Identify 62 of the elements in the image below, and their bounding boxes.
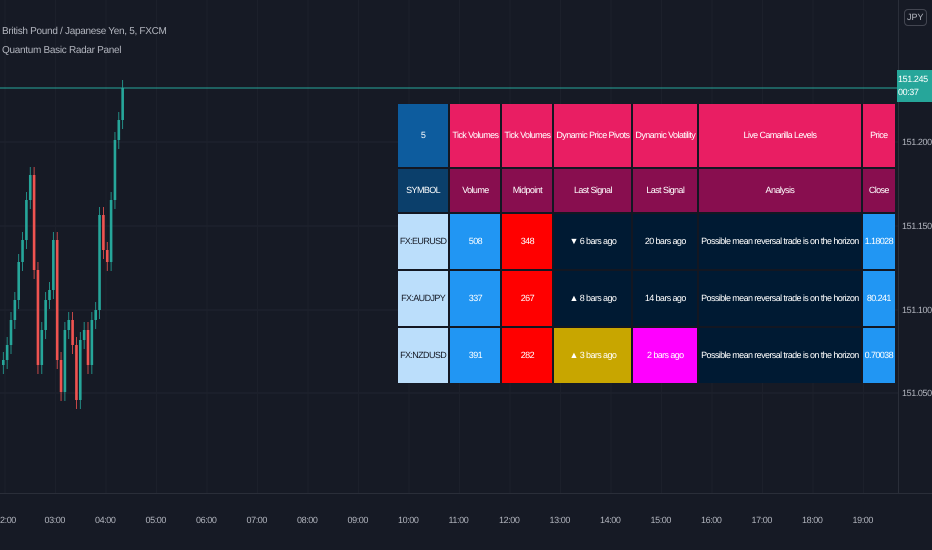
time-label: 06:00 bbox=[196, 514, 217, 527]
price-label: 151.200 bbox=[902, 136, 932, 149]
header-cell: Dynamic Price Pivots bbox=[554, 104, 632, 167]
table-cell: 282 bbox=[502, 328, 552, 383]
table-cell: 391 bbox=[450, 328, 500, 383]
header-cell: 5 bbox=[398, 104, 448, 167]
time-label: 03:00 bbox=[44, 514, 66, 527]
time-label: 18:00 bbox=[802, 514, 823, 527]
table-cell: 2 bars ago bbox=[633, 328, 698, 383]
indicator-name: Quantum Basic Radar Panel bbox=[2, 44, 122, 58]
table-cell: 1.18028 bbox=[862, 214, 895, 269]
time-label: 12:00 bbox=[499, 514, 520, 527]
header-cell: Last Signal bbox=[633, 169, 698, 212]
price-value: 151.245 bbox=[898, 73, 929, 86]
currency-button[interactable]: JPY bbox=[904, 9, 927, 26]
price-label: 151.100 bbox=[902, 304, 932, 317]
symbol-title: British Pound / Japanese Yen, 5, FXCM bbox=[2, 25, 167, 39]
header-cell: Analysis bbox=[699, 169, 861, 212]
time-label: 13:00 bbox=[550, 514, 570, 527]
time-label: 17:00 bbox=[752, 514, 772, 527]
table-cell: 14 bars ago bbox=[633, 271, 698, 326]
time-label: 15:00 bbox=[650, 514, 672, 527]
table-cell: Possible mean reversal trade is on the horizon bbox=[699, 214, 861, 269]
header-cell: Dynamic Volatility bbox=[633, 104, 698, 167]
table-cell: FX:AUDJPY bbox=[398, 271, 448, 326]
table-cell: FX:NZDUSD bbox=[398, 328, 448, 383]
table-cell: 20 bars ago bbox=[633, 214, 698, 269]
time-label: 04:00 bbox=[95, 514, 116, 527]
table-cell: Possible mean reversal trade is on the horizon bbox=[699, 328, 861, 383]
table-cell: 337 bbox=[450, 271, 500, 326]
countdown-timer: 00:37 bbox=[898, 86, 920, 99]
time-label: 16:00 bbox=[701, 514, 722, 527]
time-label: 11:00 bbox=[448, 514, 468, 527]
header-cell: Midpoint bbox=[502, 169, 552, 212]
table-cell: 80.241 bbox=[862, 271, 895, 326]
price-label: 151.050 bbox=[902, 387, 932, 400]
table-cell: ▼ 6 bars ago bbox=[554, 214, 632, 269]
time-label: 19:00 bbox=[852, 514, 874, 527]
time-label: 07:00 bbox=[246, 514, 268, 527]
header-cell: Close bbox=[862, 169, 895, 212]
header-cell: Live Camarilla Levels bbox=[699, 104, 861, 167]
header-cell: Price bbox=[862, 104, 895, 167]
table-cell: FX:EURUSD bbox=[398, 214, 448, 269]
time-label: 2:00 bbox=[0, 514, 16, 527]
table-cell: 267 bbox=[502, 271, 552, 326]
time-label: 10:00 bbox=[398, 514, 419, 527]
table-cell: 348 bbox=[502, 214, 552, 269]
time-label: 08:00 bbox=[297, 514, 318, 527]
header-cell: Volume bbox=[450, 169, 500, 212]
table-cell: ▲ 8 bars ago bbox=[554, 271, 632, 326]
table-cell: 0.70038 bbox=[862, 328, 895, 383]
header-cell: Tick Volumes bbox=[502, 104, 552, 167]
time-label: 09:00 bbox=[348, 514, 368, 527]
header-cell: Last Signal bbox=[554, 169, 632, 212]
table-cell: ▲ 3 bars ago bbox=[554, 328, 632, 383]
time-label: 05:00 bbox=[146, 514, 166, 527]
time-label: 14:00 bbox=[600, 514, 621, 527]
header-cell: SYMBOL bbox=[398, 169, 448, 212]
header-cell: Tick Volumes bbox=[450, 104, 500, 167]
table-cell: Possible mean reversal trade is on the horizon bbox=[699, 271, 861, 326]
table-cell: 508 bbox=[450, 214, 500, 269]
price-label: 151.150 bbox=[902, 220, 932, 233]
